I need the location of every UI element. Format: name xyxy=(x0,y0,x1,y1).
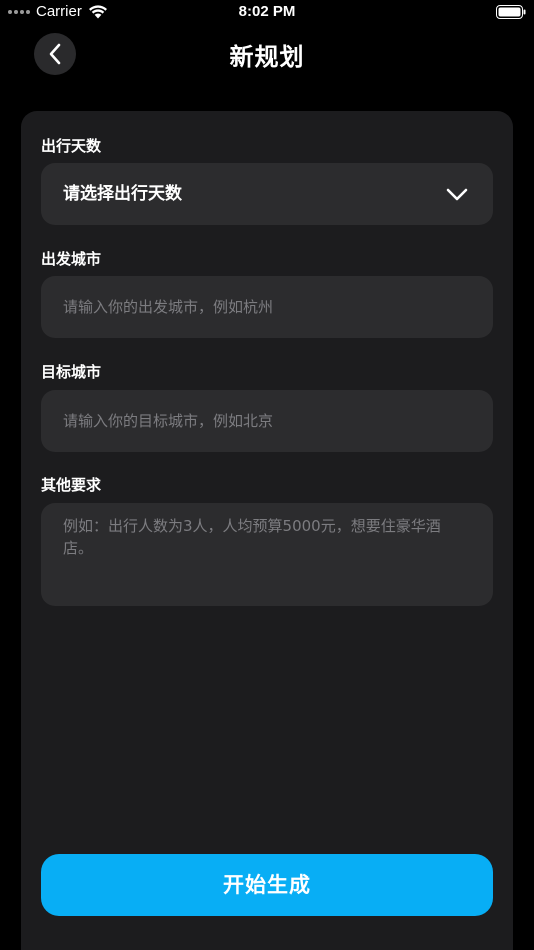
battery-icon xyxy=(496,5,526,19)
destination-input[interactable]: 请输入你的目标城市，例如北京 xyxy=(41,390,493,452)
status-time: 8:02 PM xyxy=(238,3,296,20)
start-generate-button[interactable]: 开始生成 xyxy=(41,854,493,916)
days-select[interactable]: 请选择出行天数 xyxy=(41,163,493,225)
requirements-placeholder: 例如：出行人数为3人，人均预算5000元，想要住豪华酒店。 xyxy=(63,517,441,557)
destination-placeholder: 请输入你的目标城市，例如北京 xyxy=(63,412,274,430)
status-bar: Carrier 8:02 PM xyxy=(0,0,534,26)
origin-label: 出发城市 xyxy=(41,250,102,268)
days-label: 出行天数 xyxy=(41,137,102,155)
page-title: 新规划 xyxy=(229,43,305,71)
days-select-value: 请选择出行天数 xyxy=(63,184,182,204)
requirements-label: 其他要求 xyxy=(41,476,102,494)
origin-placeholder: 请输入你的出发城市，例如杭州 xyxy=(63,298,274,316)
form-card: 出行天数 请选择出行天数 出发城市 请输入你的出发城市，例如杭州 目标城市 请输… xyxy=(21,111,513,950)
requirements-textarea[interactable]: 例如：出行人数为3人，人均预算5000元，想要住豪华酒店。 xyxy=(41,503,493,606)
origin-input[interactable]: 请输入你的出发城市，例如杭州 xyxy=(41,276,493,338)
chevron-down-icon xyxy=(446,188,468,201)
destination-label: 目标城市 xyxy=(41,363,102,381)
